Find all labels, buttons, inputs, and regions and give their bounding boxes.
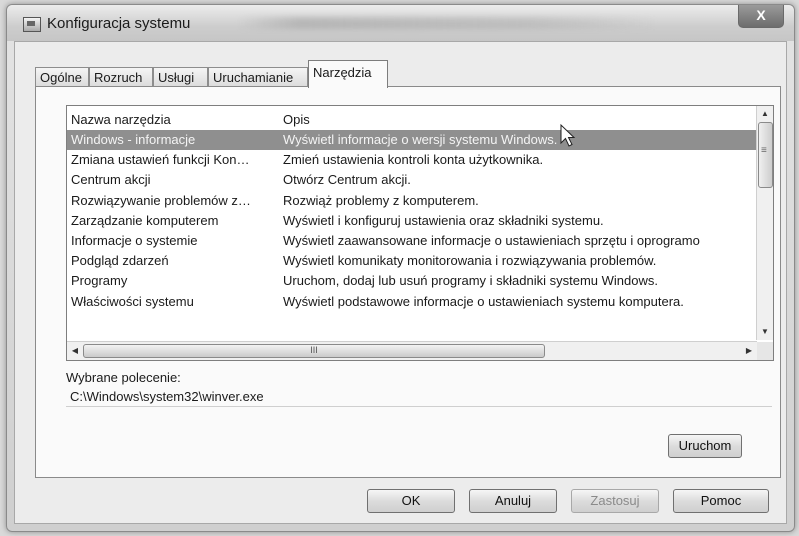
- tool-description: Wyświetl i konfiguruj ustawienia oraz sk…: [283, 212, 604, 228]
- tool-description: Rozwiąż problemy z komputerem.: [283, 192, 479, 208]
- run-button[interactable]: Uruchom: [668, 434, 742, 458]
- column-header-tool-name[interactable]: Nazwa narzędzia: [71, 112, 171, 127]
- close-button[interactable]: X: [738, 5, 784, 28]
- tool-description: Wyświetl informacje o wersji systemu Win…: [283, 132, 558, 147]
- list-header: Nazwa narzędzia Opis: [67, 106, 757, 131]
- dialog-body: Ogólne Rozruch Usługi Uruchamianie Narzę…: [14, 41, 787, 524]
- list-item[interactable]: Zarządzanie komputerem Wyświetl i konfig…: [67, 211, 757, 231]
- ok-button[interactable]: OK: [367, 489, 455, 513]
- scrollbar-corner: [757, 342, 773, 360]
- scroll-right-arrow-icon[interactable]: ▶: [741, 343, 757, 359]
- tab-startup[interactable]: Uruchamianie: [208, 67, 308, 86]
- list-item[interactable]: Rozwiązywanie problemów z… Rozwiąż probl…: [67, 191, 757, 211]
- tool-description: Wyświetl komunikaty monitorowania i rozw…: [283, 253, 657, 269]
- window-title: Konfiguracja systemu: [47, 15, 191, 32]
- tool-name: Podgląd zdarzeń: [71, 253, 169, 269]
- tool-description: Wyświetl podstawowe informacje o ustawie…: [283, 293, 684, 309]
- list-item[interactable]: Windows - informacje Wyświetl informacje…: [67, 130, 757, 151]
- tool-description: Otwórz Centrum akcji.: [283, 172, 411, 188]
- tab-general[interactable]: Ogólne: [35, 67, 89, 86]
- scroll-down-arrow-icon[interactable]: ▼: [757, 324, 773, 340]
- list-item[interactable]: Programy Uruchom, dodaj lub usuń program…: [67, 271, 757, 291]
- tool-name: Centrum akcji: [71, 172, 151, 188]
- mouse-cursor-icon: [560, 123, 576, 147]
- tool-name: Informacje o systemie: [71, 232, 198, 248]
- horizontal-scrollbar[interactable]: ◀ III ▶: [67, 341, 757, 360]
- system-config-app-icon: [23, 17, 41, 32]
- system-config-window: Konfiguracja systemu X Ogólne Rozruch Us…: [6, 4, 795, 532]
- tool-description: Wyświetl zaawansowane informacje o ustaw…: [283, 232, 700, 248]
- scroll-up-arrow-icon[interactable]: ▲: [757, 106, 773, 122]
- tab-tools[interactable]: Narzędzia: [308, 60, 388, 88]
- tools-tab-panel: Nazwa narzędzia Opis Windows - informacj…: [35, 86, 781, 478]
- vertical-scroll-thumb[interactable]: [758, 122, 773, 188]
- tab-boot[interactable]: Rozruch: [89, 67, 153, 86]
- list-item[interactable]: Centrum akcji Otwórz Centrum akcji.: [67, 170, 757, 190]
- tool-name: Programy: [71, 273, 128, 289]
- tool-name: Zarządzanie komputerem: [71, 212, 219, 228]
- selected-command-field[interactable]: C:\Windows\system32\winver.exe: [66, 387, 772, 407]
- list-item[interactable]: Informacje o systemie Wyświetl zaawansow…: [67, 231, 757, 251]
- help-button[interactable]: Pomoc: [673, 489, 769, 513]
- tab-services[interactable]: Usługi: [153, 67, 208, 86]
- tool-name: Rozwiązywanie problemów z…: [71, 192, 251, 208]
- title-bar-background-blur: [237, 17, 657, 29]
- tool-name: Windows - informacje: [71, 132, 196, 147]
- list-item[interactable]: Właściwości systemu Wyświetl podstawowe …: [67, 292, 757, 312]
- scroll-left-arrow-icon[interactable]: ◀: [67, 343, 83, 359]
- tool-description: Zmień ustawienia kontroli konta użytkown…: [283, 152, 544, 168]
- tools-list[interactable]: Nazwa narzędzia Opis Windows - informacj…: [66, 105, 774, 361]
- column-header-description[interactable]: Opis: [283, 112, 310, 127]
- list-item[interactable]: Zmiana ustawień funkcji Kon… Zmień ustaw…: [67, 150, 757, 170]
- title-bar[interactable]: Konfiguracja systemu X: [7, 5, 794, 41]
- horizontal-scroll-thumb[interactable]: III: [83, 344, 545, 358]
- cancel-button[interactable]: Anuluj: [469, 489, 557, 513]
- tool-name: Właściwości systemu: [71, 293, 194, 309]
- list-item[interactable]: Podgląd zdarzeń Wyświetl komunikaty moni…: [67, 251, 757, 271]
- selected-command-label: Wybrane polecenie:: [66, 370, 181, 385]
- tool-name: Zmiana ustawień funkcji Kon…: [71, 152, 250, 168]
- vertical-scrollbar[interactable]: ▲ ▼: [756, 106, 773, 340]
- tool-description: Uruchom, dodaj lub usuń programy i skład…: [283, 273, 658, 289]
- tools-list-rows: Windows - informacje Wyświetl informacje…: [67, 130, 757, 312]
- apply-button[interactable]: Zastosuj: [571, 489, 659, 513]
